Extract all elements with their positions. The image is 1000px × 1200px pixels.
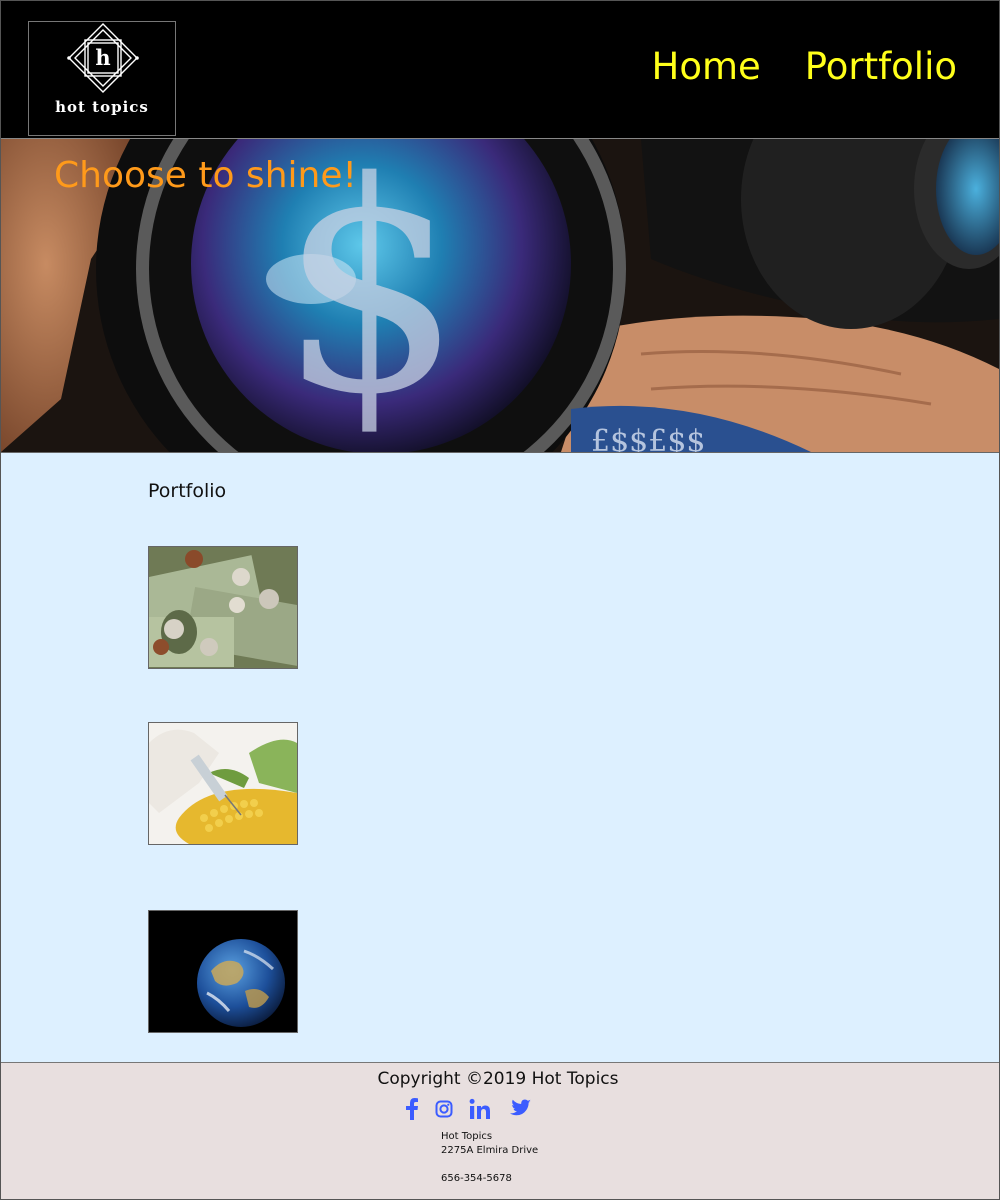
svg-text:£$$£$$: £$$£$$	[591, 424, 706, 452]
portfolio-thumb-corn[interactable]	[148, 722, 298, 845]
phone-number: 656-354-5678	[441, 1173, 512, 1184]
hero-title: Choose to shine!	[54, 155, 357, 196]
portfolio-thumb-earth[interactable]	[148, 910, 298, 1033]
twitter-icon[interactable]	[507, 1099, 531, 1123]
site-header: h hot topics Home Portfolio	[1, 1, 999, 139]
hero-banner: $ £$$£$$ Choose to shine!	[1, 139, 999, 453]
nav-home-link[interactable]: Home	[652, 41, 761, 93]
main-nav: Home Portfolio	[652, 41, 957, 93]
earth-globe-image	[149, 911, 297, 1032]
site-footer: Copyright ©2019 Hot Topics Hot Topics 22…	[1, 1063, 999, 1199]
logo-letter: h	[95, 45, 110, 70]
facebook-icon[interactable]	[405, 1098, 419, 1124]
portfolio-thumb-money[interactable]	[148, 546, 298, 669]
social-links	[405, 1098, 531, 1124]
linkedin-icon[interactable]	[469, 1098, 491, 1124]
site-logo[interactable]: h hot topics	[28, 21, 176, 136]
page: h hot topics Home Portfolio $ £$$£$$ Cho…	[0, 0, 1000, 1200]
company-name: Hot Topics	[441, 1131, 493, 1142]
section-title: Portfolio	[148, 480, 227, 502]
money-coins-image	[149, 547, 297, 668]
street-address: 2275A Elmira Drive	[441, 1145, 539, 1156]
address-spacer	[441, 1158, 538, 1172]
instagram-icon[interactable]	[435, 1100, 453, 1122]
corn-syringe-image	[149, 723, 297, 844]
logo-diamond-icon: h	[67, 23, 139, 93]
logo-text: hot topics	[55, 98, 149, 116]
portfolio-section: Portfolio	[1, 453, 999, 1063]
copyright-text: Copyright ©2019 Hot Topics	[377, 1069, 619, 1089]
footer-address: Hot Topics 2275A Elmira Drive 656-354-56…	[441, 1130, 538, 1186]
nav-portfolio-link[interactable]: Portfolio	[805, 41, 957, 93]
